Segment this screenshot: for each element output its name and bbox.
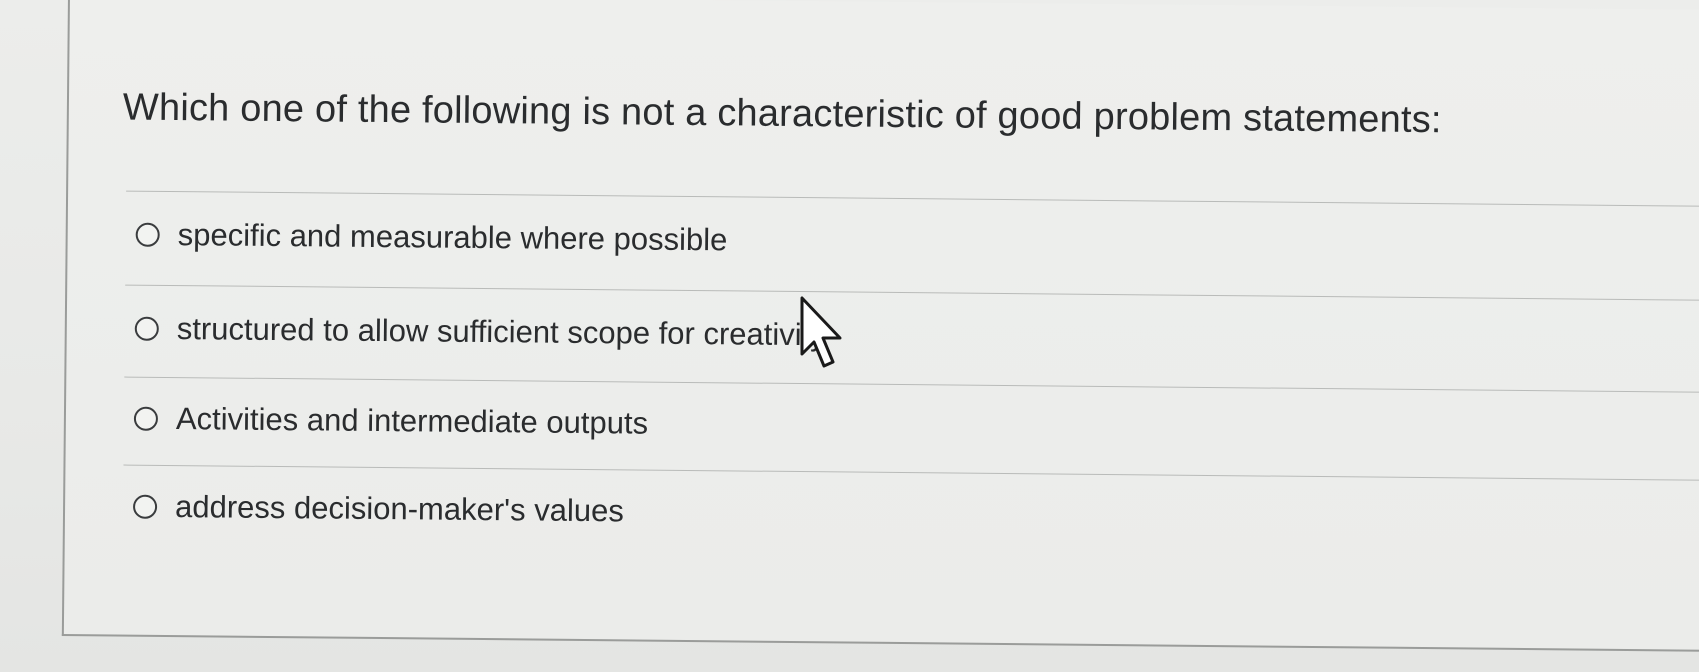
question-text: Which one of the following is not a char…	[122, 86, 1442, 142]
radio-button[interactable]	[135, 222, 160, 247]
option-label: specific and measurable where possible	[177, 217, 728, 258]
divider	[123, 464, 1699, 481]
divider	[125, 284, 1699, 301]
option-3[interactable]: Activities and intermediate outputs	[133, 401, 649, 442]
question-card: Which one of the following is not a char…	[61, 0, 1699, 652]
option-4[interactable]: address decision-maker's values	[132, 489, 624, 530]
option-2[interactable]: structured to allow sufficient scope for…	[134, 311, 826, 354]
page-background: Which one of the following is not a char…	[0, 0, 1699, 672]
radio-button[interactable]	[133, 406, 159, 431]
divider	[126, 190, 1699, 207]
option-label: Activities and intermediate outputs	[175, 401, 649, 441]
option-1[interactable]: specific and measurable where possible	[135, 217, 728, 259]
arrow-cursor-icon	[800, 296, 842, 368]
option-label: structured to allow sufficient scope for…	[176, 311, 826, 353]
radio-button[interactable]	[132, 494, 158, 519]
divider	[124, 376, 1699, 393]
option-label: address decision-maker's values	[174, 489, 624, 529]
radio-button[interactable]	[134, 316, 159, 341]
